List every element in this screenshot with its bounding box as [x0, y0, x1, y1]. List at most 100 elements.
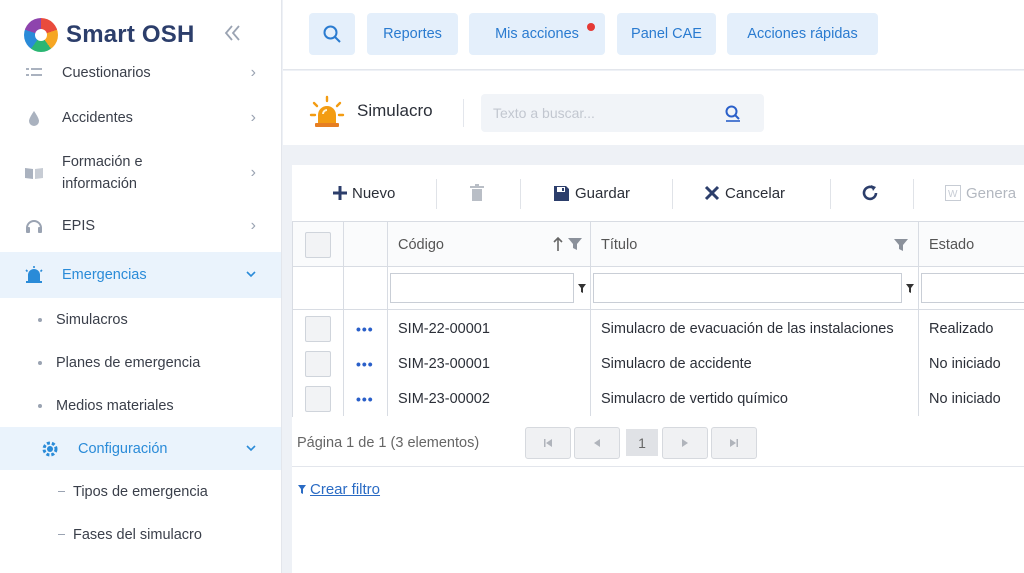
close-icon: [704, 185, 720, 201]
checkbox[interactable]: [305, 231, 331, 258]
filter-input-estado[interactable]: [921, 273, 1024, 303]
checkbox[interactable]: [305, 350, 331, 377]
plus-icon: [333, 186, 347, 200]
sidebar-subitem-label: Simulacros: [56, 311, 128, 328]
bullet: [38, 360, 42, 365]
sidebar-subitem-label: Planes de emergencia: [56, 354, 201, 371]
cell-estado: No iniciado: [929, 355, 1001, 372]
search-icon: [323, 25, 341, 43]
checkbox[interactable]: [305, 385, 331, 412]
app-name: Smart OSH: [66, 21, 195, 48]
chevron-down-icon: [246, 440, 256, 458]
chevron-right-icon: ›: [250, 108, 256, 126]
sort-asc-icon[interactable]: [553, 236, 563, 252]
generar-label: Genera: [966, 184, 1017, 202]
next-page-button[interactable]: [662, 427, 708, 459]
row-checkbox-cell[interactable]: [295, 346, 343, 381]
filter-icon[interactable]: [567, 236, 583, 252]
filter-icon[interactable]: [893, 237, 909, 253]
sidebar: Smart OSH Cuestionarios › Accidentes › F…: [0, 0, 282, 573]
sidebar-item-emergencias[interactable]: Emergencias: [0, 252, 281, 298]
toolbar-separator: [672, 179, 673, 209]
divider: [463, 99, 464, 127]
row-menu-icon[interactable]: •••: [344, 346, 388, 381]
nuevo-button[interactable]: Nuevo: [332, 175, 395, 211]
search-input[interactable]: [481, 94, 764, 132]
sidebar-item-formacion[interactable]: Formación e información ›: [0, 145, 281, 200]
pager: Página 1 de 1 (3 elementos) 1: [292, 423, 1024, 467]
sidebar-item-label: Cuestionarios: [62, 65, 151, 81]
page-title: Simulacro: [357, 101, 433, 120]
alarm-icon: [309, 95, 345, 134]
filter-input-titulo[interactable]: [593, 273, 902, 303]
first-page-icon: [544, 439, 552, 447]
sidebar-subitem-simulacros[interactable]: Simulacros: [0, 298, 281, 341]
first-page-button[interactable]: [525, 427, 571, 459]
filter-options-icon[interactable]: [577, 282, 587, 300]
mis-acciones-button[interactable]: Mis acciones: [469, 13, 605, 55]
refresh-icon: [862, 185, 878, 201]
cell-codigo: SIM-23-00002: [398, 390, 490, 407]
sidebar-item-label-line2: información: [62, 175, 137, 192]
word-icon: W: [945, 185, 961, 201]
table-row[interactable]: ••• SIM-22-00001 Simulacro de evacuación…: [293, 311, 1024, 346]
last-page-button[interactable]: [711, 427, 757, 459]
sidebar-item-configuracion[interactable]: Configuración: [0, 427, 281, 470]
sidebar-item-label-line1: Formación e: [62, 153, 143, 170]
gear-icon: [38, 440, 62, 458]
topbar: Reportes Mis acciones Panel CAE Acciones…: [283, 0, 1024, 70]
nuevo-label: Nuevo: [352, 184, 396, 202]
guardar-button[interactable]: Guardar: [553, 175, 630, 211]
toolbar-separator: [830, 179, 831, 209]
checkbox[interactable]: [305, 315, 331, 342]
pager-summary: Página 1 de 1 (3 elementos): [297, 435, 480, 451]
search-icon[interactable]: [724, 104, 742, 127]
col-header-codigo[interactable]: Código: [388, 222, 591, 267]
table-row[interactable]: ••• SIM-23-00001 Simulacro de accidente …: [293, 346, 1024, 381]
book-icon: [22, 166, 46, 180]
sidebar-subitem-planes[interactable]: Planes de emergencia: [0, 341, 281, 384]
sidebar-item-cuestionarios[interactable]: Cuestionarios ›: [0, 56, 281, 90]
col-header-estado[interactable]: Estado: [919, 222, 1024, 267]
prev-page-button[interactable]: [574, 427, 620, 459]
toolbar-separator: [436, 179, 437, 209]
data-grid: Código Título Estado ••• SIM-22-00001 Si…: [292, 221, 1024, 417]
current-page[interactable]: 1: [626, 429, 658, 456]
sidebar-item-label: EPIS: [62, 218, 96, 234]
row-menu-icon[interactable]: •••: [344, 311, 388, 346]
bullet: [38, 403, 42, 408]
cell-titulo: Simulacro de vertido químico: [601, 390, 788, 407]
sidebar-subitem-fases[interactable]: Fases del simulacro: [0, 513, 281, 556]
acciones-rapidas-button[interactable]: Acciones rápidas: [727, 13, 878, 55]
sidebar-item-accidentes[interactable]: Accidentes ›: [0, 90, 281, 145]
row-menu-icon[interactable]: •••: [344, 381, 388, 416]
col-header-label: Estado: [929, 236, 975, 253]
sidebar-subitem-label: Fases del simulacro: [73, 526, 202, 543]
cancelar-button[interactable]: Cancelar: [704, 175, 785, 211]
filter-input-codigo[interactable]: [390, 273, 574, 303]
search-button[interactable]: [309, 13, 355, 55]
last-page-icon: [730, 439, 738, 447]
drop-icon: [22, 110, 46, 126]
filter-options-icon[interactable]: [905, 282, 915, 300]
row-checkbox-cell[interactable]: [295, 381, 343, 416]
row-checkbox-cell[interactable]: [295, 311, 343, 346]
create-filter-label: Crear filtro: [310, 481, 381, 498]
reportes-button[interactable]: Reportes: [367, 13, 458, 55]
guardar-label: Guardar: [575, 184, 631, 202]
panel-cae-button[interactable]: Panel CAE: [617, 13, 716, 55]
collapse-sidebar-icon[interactable]: [222, 22, 244, 50]
sidebar-subitem-tipos[interactable]: Tipos de emergencia: [0, 470, 281, 513]
sidebar-subitem-label: Medios materiales: [56, 397, 174, 414]
sidebar-subitem-medios[interactable]: Medios materiales: [0, 384, 281, 427]
col-header-titulo[interactable]: Título: [591, 222, 919, 267]
table-row[interactable]: ••• SIM-23-00002 Simulacro de vertido qu…: [293, 381, 1024, 416]
delete-button[interactable]: [470, 175, 484, 211]
refresh-button[interactable]: [861, 175, 879, 211]
content-card: Nuevo Guardar Cancelar W Genera Código T…: [292, 165, 1024, 573]
create-filter-link[interactable]: Crear filtro: [297, 481, 380, 498]
generar-button[interactable]: W Genera: [945, 175, 1016, 211]
sidebar-item-epis[interactable]: EPIS ›: [0, 200, 281, 252]
select-all-checkbox[interactable]: [295, 222, 343, 267]
col-header-label: Código: [398, 236, 444, 253]
